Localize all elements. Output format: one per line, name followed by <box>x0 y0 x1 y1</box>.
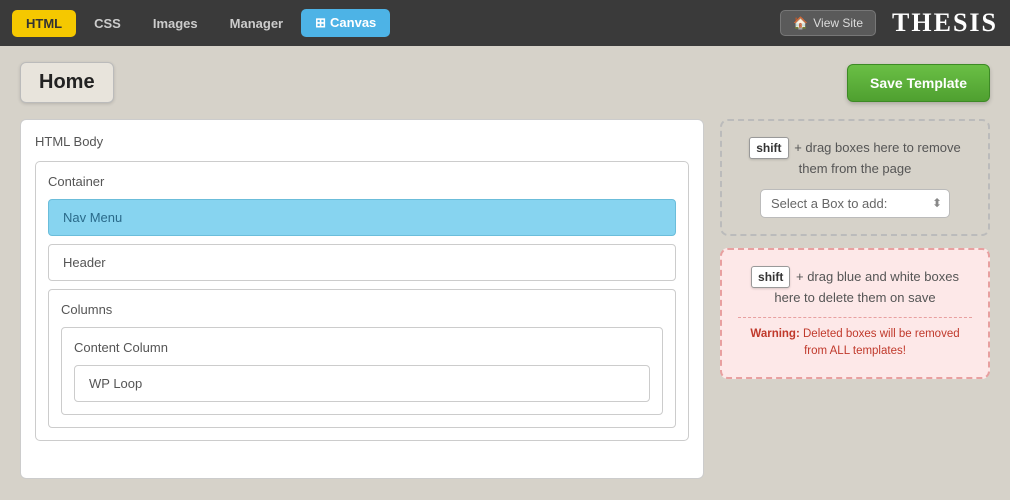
right-panel: shift + drag boxes here to remove them f… <box>720 119 990 479</box>
content-column-box[interactable]: Content Column WP Loop <box>61 327 663 415</box>
select-box-wrapper[interactable]: Select a Box to add: <box>760 189 950 218</box>
select-box-row: Select a Box to add: <box>738 189 972 218</box>
content-column-label: Content Column <box>74 340 650 355</box>
home-icon: 🏠 <box>793 16 808 30</box>
main-content: HTML Body Container Nav Menu Header Colu… <box>0 119 1010 479</box>
tab-css[interactable]: CSS <box>80 10 135 37</box>
tab-canvas[interactable]: ⊞Canvas <box>301 9 390 37</box>
shift-key-delete: shift <box>751 266 790 288</box>
header-box[interactable]: Header <box>48 244 676 281</box>
remove-hint-box: shift + drag boxes here to remove them f… <box>720 119 990 236</box>
top-navigation: HTML CSS Images Manager ⊞Canvas 🏠 View S… <box>0 0 1010 46</box>
container-label: Container <box>48 174 676 189</box>
columns-box[interactable]: Columns Content Column WP Loop <box>48 289 676 428</box>
shift-key-remove: shift <box>749 137 788 159</box>
warning-text: Warning: Deleted boxes will be removed f… <box>738 317 972 361</box>
warning-message: Deleted boxes will be removed from ALL t… <box>803 328 960 357</box>
save-template-button[interactable]: Save Template <box>847 64 990 102</box>
canvas-icon: ⊞ <box>315 15 326 30</box>
remove-hint-text: + drag boxes here to remove them from th… <box>794 140 961 176</box>
tab-html[interactable]: HTML <box>12 10 76 37</box>
columns-label: Columns <box>61 302 663 317</box>
home-breadcrumb: Home <box>20 62 114 103</box>
tab-manager[interactable]: Manager <box>216 10 297 37</box>
thesis-logo: THESIS <box>892 8 998 38</box>
nav-menu-box[interactable]: Nav Menu <box>48 199 676 236</box>
container-box[interactable]: Container Nav Menu Header Columns Conten… <box>35 161 689 441</box>
tab-images[interactable]: Images <box>139 10 212 37</box>
nav-right-section: 🏠 View Site THESIS <box>780 8 998 38</box>
delete-hint-text: + drag blue and white boxes here to dele… <box>774 269 959 305</box>
wp-loop-box[interactable]: WP Loop <box>74 365 650 402</box>
view-site-button[interactable]: 🏠 View Site <box>780 10 876 36</box>
canvas-left-panel: HTML Body Container Nav Menu Header Colu… <box>20 119 704 479</box>
page-header: Home Save Template <box>0 46 1010 119</box>
nav-tabs: HTML CSS Images Manager ⊞Canvas <box>12 9 390 37</box>
delete-hint-box: shift + drag blue and white boxes here t… <box>720 248 990 379</box>
html-body-label: HTML Body <box>35 134 689 149</box>
select-box-dropdown[interactable]: Select a Box to add: <box>760 189 950 218</box>
warning-bold: Warning: <box>750 328 799 340</box>
